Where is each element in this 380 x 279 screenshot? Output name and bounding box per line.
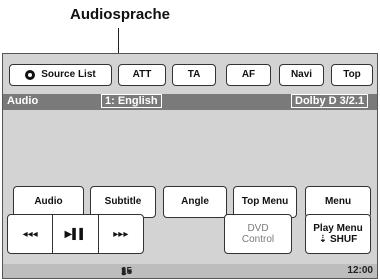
footer-status-bar: ▮◂ 15 12:00 [3,264,377,278]
next-track-button[interactable]: ▸▸▸ [99,215,143,253]
navi-button[interactable]: Navi [279,64,324,86]
top-button[interactable]: Top [331,64,373,86]
status-audio-label: Audio [7,95,39,107]
dvd-control-line1: DVD [247,222,269,234]
audio-language-value: 1: English [101,94,162,108]
previous-icon: ◂◂◂ [22,228,38,240]
shuffle-label: ⇣ SHUF [318,234,358,245]
source-list-button[interactable]: Source List [9,64,112,86]
play-menu-label: Play Menu [313,222,363,234]
play-pause-button[interactable]: ▶▌▌ [53,215,99,253]
audio-language-callout: Audiosprache [69,6,171,23]
dvd-control-button[interactable]: DVD Control [224,214,292,254]
play-menu-button[interactable]: Play Menu ⇣ SHUF [305,214,371,254]
transport-controls: ◂◂◂ ▶▌▌ ▸▸▸ [7,214,144,254]
dvd-control-line2: Control [241,234,275,245]
previous-track-button[interactable]: ◂◂◂ [8,215,54,253]
audio-format-value: Dolby D 3/2.1 [290,94,369,108]
clock: 12:00 [347,265,373,276]
track-number: 15 [121,266,133,277]
source-icon [25,70,36,80]
source-list-label: Source List [41,69,96,81]
af-button[interactable]: AF [226,64,271,86]
play-pause-icon: ▶▌▌ [64,228,87,240]
next-icon: ▸▸▸ [113,228,129,240]
angle-button[interactable]: Angle [163,186,227,218]
ta-button[interactable]: TA [172,64,216,86]
status-bar: Audio 1: English Dolby D 3/2.1 [3,94,377,110]
car-av-screen: Source List ATT TA AF Navi Top Audio 1: … [2,53,378,279]
att-button[interactable]: ATT [118,64,166,86]
